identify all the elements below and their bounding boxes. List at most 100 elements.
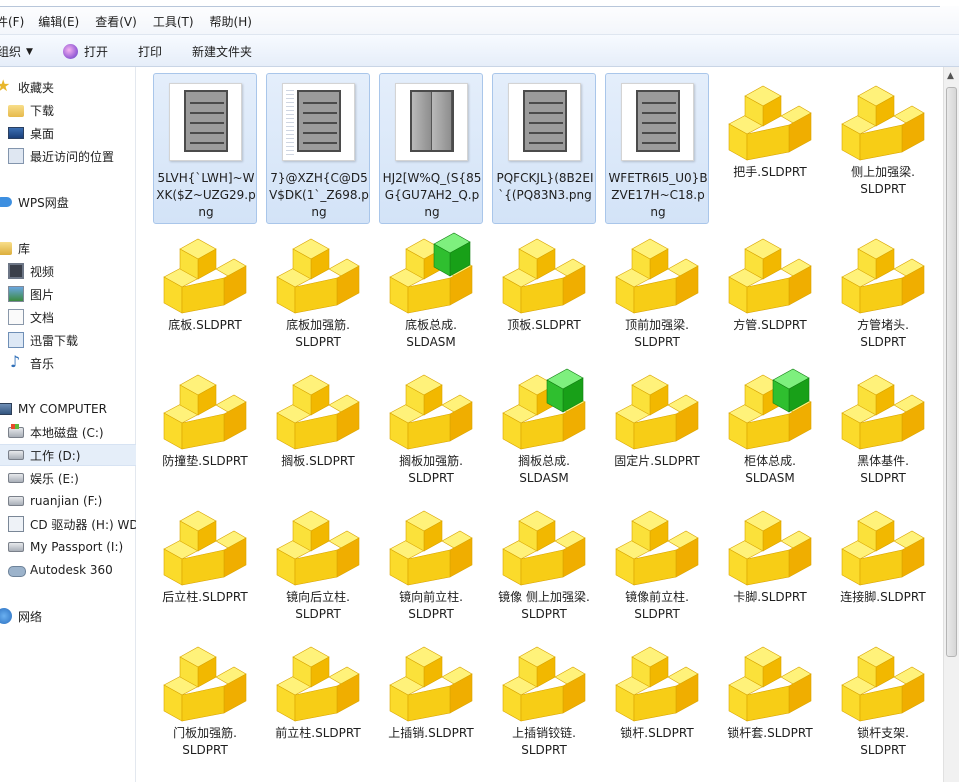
- file-item[interactable]: 锁杆套.SLDPRT: [718, 634, 822, 764]
- file-item[interactable]: 前立柱.SLDPRT: [266, 634, 370, 764]
- file-name-line: 防撞垫.SLDPRT: [162, 454, 248, 468]
- file-name: 固定片.SLDPRT: [605, 453, 709, 470]
- file-name-line: SLDASM: [406, 335, 456, 349]
- menu-edit[interactable]: 编辑(E): [38, 13, 79, 30]
- file-item[interactable]: 防撞垫.SLDPRT: [153, 362, 257, 492]
- nav-drive-d[interactable]: 工作 (D:): [0, 444, 136, 466]
- file-item[interactable]: 镜像 侧上加强梁. SLDPRT: [492, 498, 596, 628]
- file-item[interactable]: 连接脚.SLDPRT: [831, 498, 935, 628]
- file-item[interactable]: 底板.SLDPRT: [153, 226, 257, 356]
- menu-help[interactable]: 帮助(H): [210, 13, 252, 30]
- open-button[interactable]: 打开: [63, 43, 108, 60]
- file-name: 柜体总成. SLDASM: [718, 453, 822, 487]
- nav-favorites[interactable]: 收藏夹: [0, 76, 54, 98]
- file-item[interactable]: 固定片.SLDPRT: [605, 362, 709, 492]
- file-item[interactable]: 方管堵头. SLDPRT: [831, 226, 935, 356]
- nav-drive-c[interactable]: 本地磁盘 (C:): [8, 421, 104, 443]
- file-name-line: 柜体总成.: [744, 454, 796, 468]
- menu-file[interactable]: 件(F): [0, 13, 24, 30]
- part-file-icon: [728, 510, 812, 586]
- desktop-icon: [8, 127, 24, 139]
- file-name: 镜像前立柱. SLDPRT: [605, 589, 709, 623]
- vertical-scrollbar[interactable]: ▲: [943, 67, 959, 782]
- file-name-line: 顶前加强梁.: [625, 318, 689, 332]
- file-item[interactable]: 搁板加强筋. SLDPRT: [379, 362, 483, 492]
- nav-label: MY COMPUTER: [18, 402, 107, 416]
- file-item[interactable]: 镜向前立柱. SLDPRT: [379, 498, 483, 628]
- file-item[interactable]: 底板总成. SLDASM: [379, 226, 483, 356]
- system-drive-icon: [8, 423, 24, 438]
- file-item[interactable]: 锁杆.SLDPRT: [605, 634, 709, 764]
- file-item[interactable]: 门板加强筋. SLDPRT: [153, 634, 257, 764]
- file-name: 顶板.SLDPRT: [492, 317, 596, 334]
- nav-drive-e[interactable]: 娱乐 (E:): [8, 467, 79, 489]
- library-icon: [0, 241, 12, 255]
- organize-button[interactable]: 组织 ▼: [0, 43, 33, 60]
- nav-pictures[interactable]: 图片: [8, 283, 54, 305]
- file-item[interactable]: 锁杆支架. SLDPRT: [831, 634, 935, 764]
- file-item[interactable]: 卡脚.SLDPRT: [718, 498, 822, 628]
- file-item[interactable]: HJ2[W%Q_(S{85 G{GU7AH2_Q.p ng: [379, 73, 483, 224]
- new-folder-label: 新建文件夹: [192, 45, 253, 59]
- part-file-icon: [615, 510, 699, 586]
- file-name-line: SLDPRT: [860, 182, 906, 196]
- file-item[interactable]: 镜像前立柱. SLDPRT: [605, 498, 709, 628]
- nav-label: 最近访问的位置: [30, 149, 115, 164]
- nav-label: Autodesk 360: [30, 563, 113, 577]
- scroll-thumb[interactable]: [946, 87, 957, 657]
- nav-computer[interactable]: MY COMPUTER: [0, 398, 107, 420]
- scroll-up-arrow-icon[interactable]: ▲: [947, 71, 954, 81]
- file-name-line: 门板加强筋.: [173, 726, 237, 740]
- file-item[interactable]: 7}@XZH{C@D5 V$DK(1`_Z698.p ng: [266, 73, 370, 224]
- cd-drive-icon: [8, 516, 24, 532]
- file-item[interactable]: WFETR6I5_U0}B ZVE17H~C18.p ng: [605, 73, 709, 224]
- file-item[interactable]: 镜向后立柱. SLDPRT: [266, 498, 370, 628]
- file-item[interactable]: 黑体基件. SLDPRT: [831, 362, 935, 492]
- file-name-line: XK($Z~UZG29.p: [156, 188, 256, 202]
- file-item[interactable]: 把手.SLDPRT: [718, 73, 822, 203]
- nav-drive-i[interactable]: My Passport (I:): [8, 536, 123, 558]
- menu-items: 件(F) 编辑(E) 查看(V) 工具(T) 帮助(H): [0, 13, 268, 30]
- nav-drive-h[interactable]: CD 驱动器 (H:) WD: [8, 513, 139, 535]
- part-file-icon: [163, 510, 247, 586]
- file-item[interactable]: 顶前加强梁. SLDPRT: [605, 226, 709, 356]
- file-item[interactable]: PQFCKJL}(8B2EI `{(PQ83N3.png: [492, 73, 596, 224]
- nav-desktop[interactable]: 桌面: [8, 122, 54, 144]
- file-item[interactable]: 底板加强筋. SLDPRT: [266, 226, 370, 356]
- menu-view[interactable]: 查看(V): [95, 13, 137, 30]
- nav-libraries[interactable]: 库: [0, 237, 30, 259]
- nav-music[interactable]: 音乐: [8, 352, 54, 374]
- file-name: 7}@XZH{C@D5 V$DK(1`_Z698.p ng: [267, 170, 371, 221]
- recent-places-icon: [8, 148, 24, 164]
- nav-autodesk[interactable]: Autodesk 360: [8, 559, 113, 581]
- nav-documents[interactable]: 文档: [8, 306, 54, 328]
- file-item[interactable]: 顶板.SLDPRT: [492, 226, 596, 356]
- file-item[interactable]: 侧上加强梁. SLDPRT: [831, 73, 935, 203]
- nav-network[interactable]: 网络: [0, 605, 42, 627]
- file-item[interactable]: 柜体总成. SLDASM: [718, 362, 822, 492]
- new-folder-button[interactable]: 新建文件夹: [192, 43, 252, 60]
- file-item[interactable]: 后立柱.SLDPRT: [153, 498, 257, 628]
- nav-wps-cloud[interactable]: WPS网盘: [0, 191, 69, 213]
- nav-label: ruanjian (F:): [30, 494, 103, 508]
- nav-downloads[interactable]: 下载: [8, 99, 54, 121]
- nav-video[interactable]: 视频: [8, 260, 54, 282]
- file-name-line: 底板加强筋.: [286, 318, 350, 332]
- file-item[interactable]: 上插销铰链. SLDPRT: [492, 634, 596, 764]
- file-item[interactable]: 方管.SLDPRT: [718, 226, 822, 356]
- file-item[interactable]: 5LVH{`LWH]~W XK($Z~UZG29.p ng: [153, 73, 257, 224]
- menu-tools[interactable]: 工具(T): [153, 13, 194, 30]
- file-name-line: 搁板.SLDPRT: [281, 454, 355, 468]
- nav-drive-f[interactable]: ruanjian (F:): [8, 490, 102, 512]
- open-app-icon: [63, 44, 78, 59]
- file-item[interactable]: 上插销.SLDPRT: [379, 634, 483, 764]
- file-name: 镜像 侧上加强梁. SLDPRT: [492, 589, 596, 623]
- nav-thunder[interactable]: 迅雷下载: [8, 329, 78, 351]
- nav-recent[interactable]: 最近访问的位置: [8, 145, 114, 167]
- title-divider: [0, 6, 940, 7]
- file-item[interactable]: 搁板.SLDPRT: [266, 362, 370, 492]
- print-button[interactable]: 打印: [138, 43, 162, 60]
- part-file-icon: [841, 238, 925, 314]
- file-item[interactable]: 搁板总成. SLDASM: [492, 362, 596, 492]
- part-file-icon: [728, 238, 812, 314]
